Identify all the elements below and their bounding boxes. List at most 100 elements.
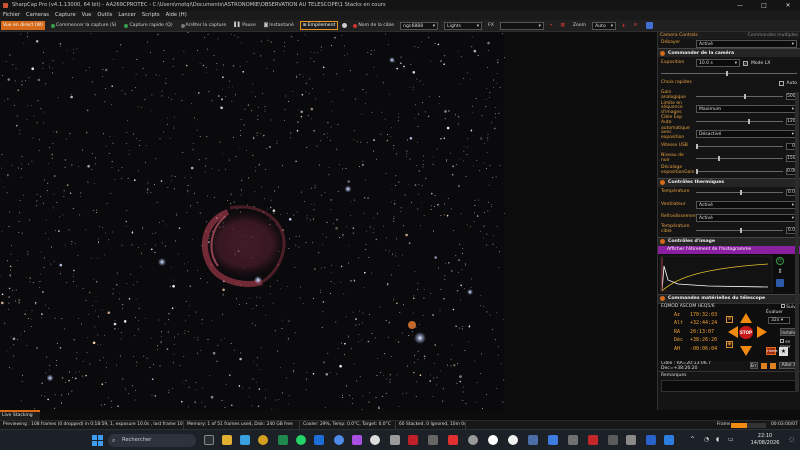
phd-icon[interactable] — [548, 435, 558, 445]
mount-speed-icon[interactable]: ◉ — [726, 340, 733, 348]
clock-app-icon[interactable] — [488, 435, 498, 445]
media-app-icon[interactable] — [468, 435, 478, 445]
cooling-select[interactable]: Activé ▾ — [696, 213, 797, 222]
reticle-button[interactable]: ⌖ — [548, 21, 555, 30]
star-icon[interactable]: ★ — [779, 346, 788, 356]
outlook-icon[interactable] — [240, 435, 250, 445]
mount-section-header[interactable]: Commandes matérielles du télescope — [658, 293, 800, 303]
app-gray-icon[interactable] — [390, 435, 400, 445]
eos-app-icon[interactable] — [508, 435, 518, 445]
browser-icon[interactable] — [370, 435, 380, 445]
park-checkbox[interactable] — [780, 338, 784, 343]
notification-icon[interactable]: ◌ — [789, 436, 794, 443]
move-west-arrow-icon[interactable] — [757, 325, 767, 338]
red-app-icon[interactable] — [448, 435, 458, 445]
ts-app-icon[interactable] — [646, 435, 656, 445]
edge-icon[interactable] — [334, 435, 344, 445]
quick-capture-button[interactable]: Capture rapide (Q) — [122, 21, 174, 30]
sharpcap-taskbar-icon[interactable] — [408, 435, 418, 445]
color-button[interactable] — [644, 21, 655, 30]
taskbar-search[interactable]: ⌕ Rechercher — [108, 434, 196, 447]
target-temperature-slider[interactable] — [696, 227, 783, 233]
gain-slider[interactable] — [696, 93, 783, 99]
whatsapp-icon[interactable] — [296, 435, 306, 445]
fan-select[interactable]: Activé ▾ — [696, 201, 797, 210]
histogram-toggle-button[interactable]: ◭ — [620, 21, 628, 30]
menu-launch[interactable]: Lancer — [118, 11, 136, 20]
histogram-reset-icon[interactable]: ⟳ — [776, 256, 784, 265]
close-button[interactable]: ✕ — [776, 0, 800, 11]
start-menu-icon[interactable] — [92, 435, 103, 446]
word-icon[interactable] — [664, 435, 674, 445]
overlay-button[interactable]: ▦ — [559, 21, 567, 30]
stop-button[interactable]: STOP — [739, 325, 753, 339]
target-name-input[interactable]: ngc6888 ▾ — [400, 21, 439, 30]
menu-file[interactable]: Fichier — [3, 11, 20, 20]
offset-slider-thumb[interactable] — [696, 168, 698, 174]
volume-icon[interactable]: ◖ — [716, 436, 719, 443]
menu-cameras[interactable]: Cameras — [26, 11, 49, 20]
battery-icon[interactable]: ▭ — [728, 436, 734, 443]
sequence-limit-select[interactable]: Maximum ▾ — [696, 104, 797, 113]
xbox-icon[interactable] — [278, 435, 288, 445]
camera-section-header[interactable]: Commander de la caméra — [658, 48, 800, 57]
thermal-section-header[interactable]: Contrôles thermiques — [658, 177, 800, 187]
fx-select[interactable]: ▾ — [499, 21, 544, 30]
temperature-slider[interactable] — [696, 190, 783, 196]
tray-chevron-icon[interactable]: ^ — [690, 436, 695, 443]
gain-slider-thumb[interactable] — [743, 93, 746, 99]
stellarium-icon[interactable] — [528, 435, 538, 445]
histogram-stretch-graph[interactable]: ⟳ ⇕ — [658, 253, 800, 294]
mount-list-icon[interactable]: ≡ — [726, 315, 733, 323]
target-adu-slider-thumb[interactable] — [748, 118, 751, 124]
target-temperature-slider-thumb[interactable] — [739, 227, 742, 233]
move-south-arrow-icon[interactable] — [740, 345, 752, 356]
taskbar-clock[interactable]: 22:10 14/08/2026 — [745, 433, 785, 447]
menu-scripts[interactable]: Scripts — [142, 11, 160, 20]
move-east-arrow-icon[interactable] — [728, 325, 738, 338]
menu-capture[interactable]: Capture — [55, 11, 76, 20]
terminal-icon[interactable] — [608, 435, 618, 445]
vpn-icon[interactable] — [352, 435, 362, 445]
messenger-icon[interactable] — [314, 435, 324, 445]
usb-speed-slider[interactable] — [696, 143, 783, 149]
black-level-slider[interactable] — [696, 156, 783, 162]
temperature-slider-thumb[interactable] — [739, 190, 742, 196]
image-section-header[interactable]: Contrôles d'image — [658, 236, 800, 246]
live-stacking-tab[interactable]: Live Stacking — [0, 410, 40, 420]
tracking-checkbox[interactable] — [780, 303, 785, 308]
maximize-button[interactable]: □ — [752, 0, 776, 11]
histogram-banner[interactable]: Afficher l'étirement de l'histogramme — [658, 245, 800, 254]
live-view-button[interactable]: Vue en direct (W) — [1, 21, 45, 30]
astro-app-icon[interactable] — [568, 435, 578, 445]
zoom-select[interactable]: Auto ▾ — [592, 21, 617, 30]
panel-scrollbar[interactable] — [795, 92, 799, 392]
minimize-button[interactable]: — — [728, 0, 752, 11]
remember-settings-label[interactable]: Commandes multiples — [748, 32, 798, 39]
home-button[interactable]: Home — [766, 346, 778, 355]
pixinsight-icon[interactable] — [588, 435, 598, 445]
pause-button[interactable]: ▌▌ Pause — [232, 21, 258, 30]
ascom-icon[interactable] — [626, 435, 636, 445]
exposure-input[interactable]: 10.0 s ▾ — [696, 59, 740, 68]
rate-select[interactable]: 32x ▾ — [768, 316, 790, 324]
frame-type-select[interactable]: Lights ▾ — [444, 21, 483, 30]
goto-next-icon[interactable] — [769, 362, 776, 369]
debayer-select[interactable]: Activé ▾ — [696, 39, 797, 48]
goto-button-small[interactable]: Err — [749, 362, 758, 369]
start-capture-button[interactable]: Commencer la capture (S) — [49, 21, 119, 30]
black-level-slider-thumb[interactable] — [717, 156, 720, 162]
snapshot-button[interactable]: ◙ Instantané — [262, 21, 296, 30]
offset-slider[interactable] — [696, 168, 783, 174]
camera-app-icon[interactable] — [428, 435, 438, 445]
folder-app-icon[interactable] — [258, 435, 268, 445]
histogram-save-icon[interactable] — [776, 278, 784, 287]
auto-exposure-mode-select[interactable]: Désactivé ▾ — [696, 129, 797, 138]
stacking-button[interactable]: ≣ Empilement — [299, 21, 339, 30]
menu-tools[interactable]: Outils — [97, 11, 112, 20]
move-north-arrow-icon[interactable] — [740, 312, 752, 323]
menu-view[interactable]: Vue — [82, 11, 92, 20]
task-view-icon[interactable] — [204, 435, 214, 445]
auto-exposure-checkbox[interactable] — [778, 81, 784, 87]
target-adu-slider[interactable] — [696, 118, 783, 124]
